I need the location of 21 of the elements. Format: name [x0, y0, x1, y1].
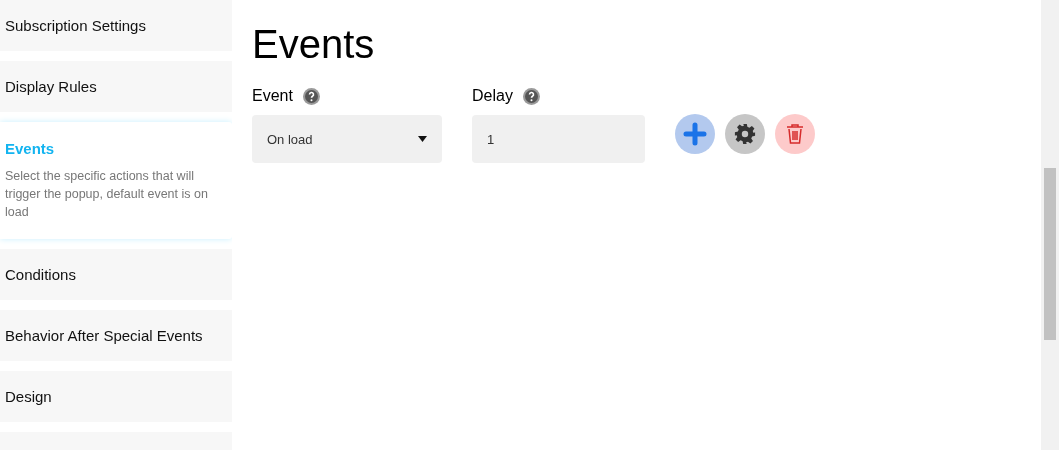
delay-field[interactable]: 1	[472, 115, 645, 163]
field-label: Delay	[472, 87, 513, 105]
event-dropdown[interactable]: On load	[252, 115, 442, 163]
scrollbar-thumb[interactable]	[1044, 168, 1056, 340]
sidebar-item[interactable]: Behavior After Special Events	[0, 310, 232, 361]
delete-button[interactable]	[775, 114, 815, 154]
add-button[interactable]	[675, 114, 715, 154]
trash-icon	[785, 123, 805, 145]
settings-button[interactable]	[725, 114, 765, 154]
field-label: Event	[252, 87, 293, 105]
help-icon[interactable]	[302, 87, 320, 105]
sidebar-item[interactable]: Display Rules	[0, 61, 232, 112]
sidebar-item[interactable]: Design	[0, 371, 232, 422]
settings-icon	[734, 123, 756, 145]
plus-icon	[683, 122, 707, 146]
sidebar-item[interactable]: Conditions	[0, 249, 232, 300]
help-icon[interactable]	[522, 87, 540, 105]
sidebar-item[interactable]: Events Select the specific actions that will trigger the popup, default event is on load	[0, 122, 232, 239]
sidebar-item[interactable]: Subscription Settings	[0, 0, 232, 51]
page-title: Events	[252, 22, 376, 67]
caret-icon	[418, 136, 427, 142]
